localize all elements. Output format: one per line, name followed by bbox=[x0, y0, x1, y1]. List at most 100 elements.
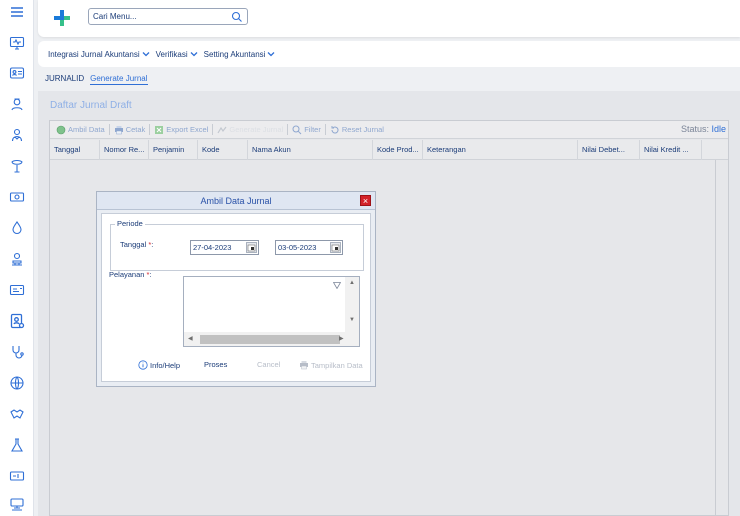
toolbar-divider bbox=[149, 124, 151, 135]
date-from-field bbox=[190, 240, 259, 255]
info-help-label: Info/Help bbox=[150, 360, 181, 370]
lab-icon[interactable] bbox=[6, 248, 28, 270]
scroll-left-icon[interactable]: ◀ bbox=[188, 335, 193, 342]
chevron-down-icon bbox=[267, 52, 275, 57]
tanggal-label-text: Tanggal bbox=[120, 240, 147, 249]
grid-scroll-divider bbox=[715, 160, 716, 516]
menu-label: Verifikasi bbox=[155, 49, 188, 59]
reset-jurnal-button[interactable]: Reset Jurnal bbox=[330, 125, 384, 135]
label-colon: : bbox=[149, 270, 152, 279]
cetak-button[interactable]: Cetak bbox=[114, 125, 145, 135]
panel-title: Daftar Jurnal Draft bbox=[50, 100, 132, 111]
col-nomor-referensi[interactable]: Nomor Re... bbox=[100, 140, 149, 160]
menu-integrasi-jurnal-akuntansi[interactable]: Integrasi Jurnal Akuntansi bbox=[48, 50, 150, 59]
flask-icon[interactable] bbox=[6, 434, 28, 456]
tanggal-label: Tanggal *: bbox=[120, 240, 153, 249]
card-icon[interactable] bbox=[6, 279, 28, 301]
ambil-data-button[interactable]: Ambil Data bbox=[56, 125, 105, 135]
toolbar-divider bbox=[108, 124, 110, 135]
search-box bbox=[88, 8, 248, 25]
user-card-icon[interactable] bbox=[6, 310, 28, 332]
tab-generate-jurnal[interactable]: Generate Jurnal bbox=[90, 74, 148, 85]
grid-toolbar: Ambil Data Cetak Export Excel Generate J… bbox=[50, 121, 728, 139]
calendar-icon[interactable] bbox=[246, 242, 257, 253]
generate-icon bbox=[217, 126, 227, 133]
app-logo-icon bbox=[54, 10, 70, 26]
search-icon[interactable] bbox=[231, 11, 243, 23]
export-excel-label: Export Excel bbox=[166, 125, 209, 134]
cancel-button[interactable]: Cancel bbox=[257, 360, 280, 369]
filter-label: Filter bbox=[304, 125, 321, 134]
pelayanan-label: Pelayanan *: bbox=[109, 270, 152, 279]
horizontal-scrollbar[interactable]: ◀ ▶ bbox=[184, 332, 347, 346]
dialog-title: Ambil Data Jurnal bbox=[200, 196, 272, 206]
filter-button[interactable]: Filter bbox=[292, 125, 321, 135]
pelayanan-label-text: Pelayanan bbox=[109, 270, 145, 279]
doctor-icon[interactable] bbox=[6, 124, 28, 146]
money-icon[interactable] bbox=[6, 186, 28, 208]
col-nilai-kredit[interactable]: Nilai Kredit ... bbox=[640, 140, 702, 160]
nurse-icon[interactable] bbox=[6, 93, 28, 115]
col-kode[interactable]: Kode bbox=[198, 140, 248, 160]
ambil-data-label: Ambil Data bbox=[68, 125, 105, 134]
label-colon: : bbox=[151, 240, 154, 249]
date-from-input[interactable] bbox=[191, 241, 241, 254]
drop-icon[interactable] bbox=[6, 217, 28, 239]
stethoscope-icon[interactable] bbox=[6, 341, 28, 363]
tab-jurnalid[interactable]: JURNALID bbox=[45, 74, 84, 85]
col-penjamin[interactable]: Penjamin bbox=[149, 140, 198, 160]
menu-verifikasi[interactable]: Verifikasi bbox=[156, 50, 198, 59]
bed-icon[interactable] bbox=[6, 465, 28, 487]
vertical-scrollbar[interactable]: ▲ ▼ bbox=[345, 277, 359, 333]
top-bar bbox=[38, 0, 740, 37]
generate-button-disabled[interactable]: Generate Jurnal bbox=[217, 125, 283, 135]
medicine-icon[interactable] bbox=[6, 155, 28, 177]
menu-bar: Integrasi Jurnal Akuntansi Verifikasi Se… bbox=[38, 41, 740, 67]
workstation-icon[interactable] bbox=[6, 494, 28, 516]
generate-label: Generate Jurnal bbox=[229, 125, 284, 134]
toolbar-divider bbox=[324, 124, 326, 135]
menu-icon[interactable] bbox=[6, 1, 28, 23]
col-keterangan[interactable]: Keterangan bbox=[423, 140, 578, 160]
info-icon bbox=[138, 360, 148, 370]
dialog-button-row: Info/Help Proses Cancel Tampilkan Data bbox=[102, 360, 370, 374]
handshake-icon[interactable] bbox=[6, 403, 28, 425]
chevron-down-icon bbox=[142, 52, 150, 57]
col-kode-produk[interactable]: Kode Prod... bbox=[373, 140, 423, 160]
filter-icon[interactable] bbox=[333, 282, 341, 289]
proses-button[interactable]: Proses bbox=[204, 360, 227, 369]
periode-legend: Periode bbox=[115, 219, 145, 228]
close-icon[interactable]: × bbox=[360, 195, 371, 206]
col-tanggal[interactable]: Tanggal bbox=[50, 140, 100, 160]
search-input[interactable] bbox=[89, 9, 219, 24]
scroll-down-icon[interactable]: ▼ bbox=[349, 317, 355, 323]
scroll-right-icon[interactable]: ▶ bbox=[339, 335, 344, 342]
calendar-icon[interactable] bbox=[330, 242, 341, 253]
scroll-thumb[interactable] bbox=[200, 335, 340, 344]
scroll-up-icon[interactable]: ▲ bbox=[349, 280, 355, 286]
col-nilai-debet[interactable]: Nilai Debet... bbox=[578, 140, 640, 160]
date-to-input[interactable] bbox=[276, 241, 326, 254]
grid-header: Tanggal Nomor Re... Penjamin Kode Nama A… bbox=[50, 140, 728, 160]
menu-label: Integrasi Jurnal Akuntansi bbox=[48, 49, 140, 59]
reset-icon bbox=[331, 125, 339, 133]
proses-label: Proses bbox=[204, 360, 228, 369]
tampilkan-data-button[interactable]: Tampilkan Data bbox=[299, 360, 363, 370]
status-indicator: Status: Idle bbox=[681, 124, 726, 134]
export-excel-button[interactable]: Export Excel bbox=[154, 125, 208, 135]
toolbar-divider bbox=[212, 124, 214, 135]
toolbar-divider bbox=[287, 124, 289, 135]
tab-bar: JURNALID Generate Jurnal bbox=[45, 74, 154, 85]
left-sidebar bbox=[0, 0, 34, 516]
scroll-corner bbox=[345, 332, 359, 346]
dialog-body: Periode Tanggal *: Pelayanan *: ▲ ▼ bbox=[101, 213, 371, 382]
col-nama-akun[interactable]: Nama Akun bbox=[248, 140, 373, 160]
info-help-button[interactable]: Info/Help bbox=[138, 360, 180, 370]
pelayanan-listbox[interactable]: ▲ ▼ ◀ ▶ bbox=[183, 276, 360, 347]
filter-search-icon bbox=[292, 125, 302, 134]
globe-icon[interactable] bbox=[6, 372, 28, 394]
id-card-icon[interactable] bbox=[6, 62, 28, 84]
dialog-header: Ambil Data Jurnal × bbox=[97, 192, 375, 210]
monitor-icon[interactable] bbox=[6, 32, 28, 54]
menu-setting-akuntansi[interactable]: Setting Akuntansi bbox=[204, 50, 276, 59]
